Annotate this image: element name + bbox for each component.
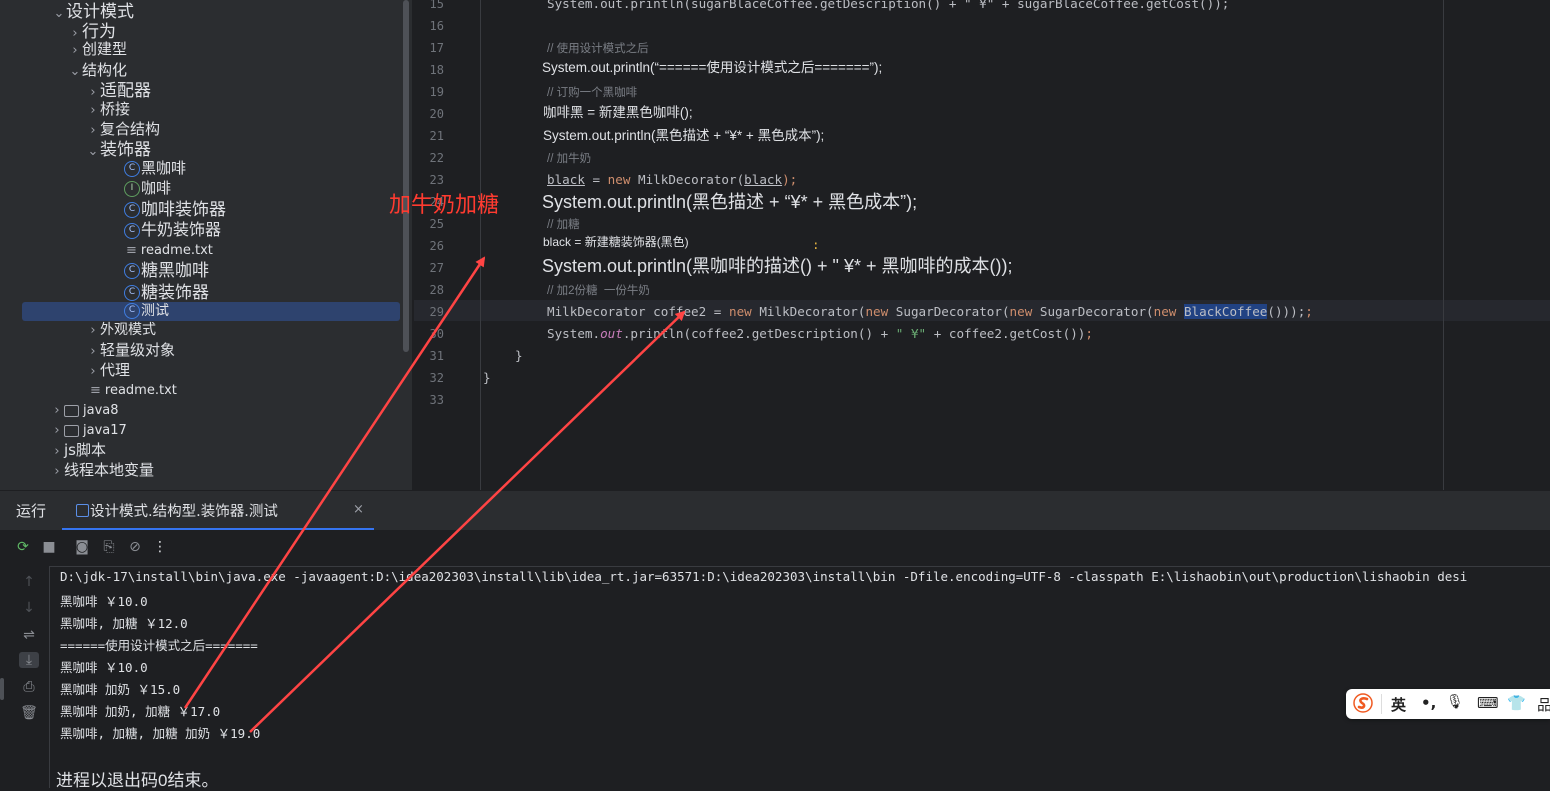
- annotation-arrows: [183, 256, 686, 733]
- annotation-arrow: [183, 256, 486, 709]
- annotation-arrow: [249, 310, 686, 733]
